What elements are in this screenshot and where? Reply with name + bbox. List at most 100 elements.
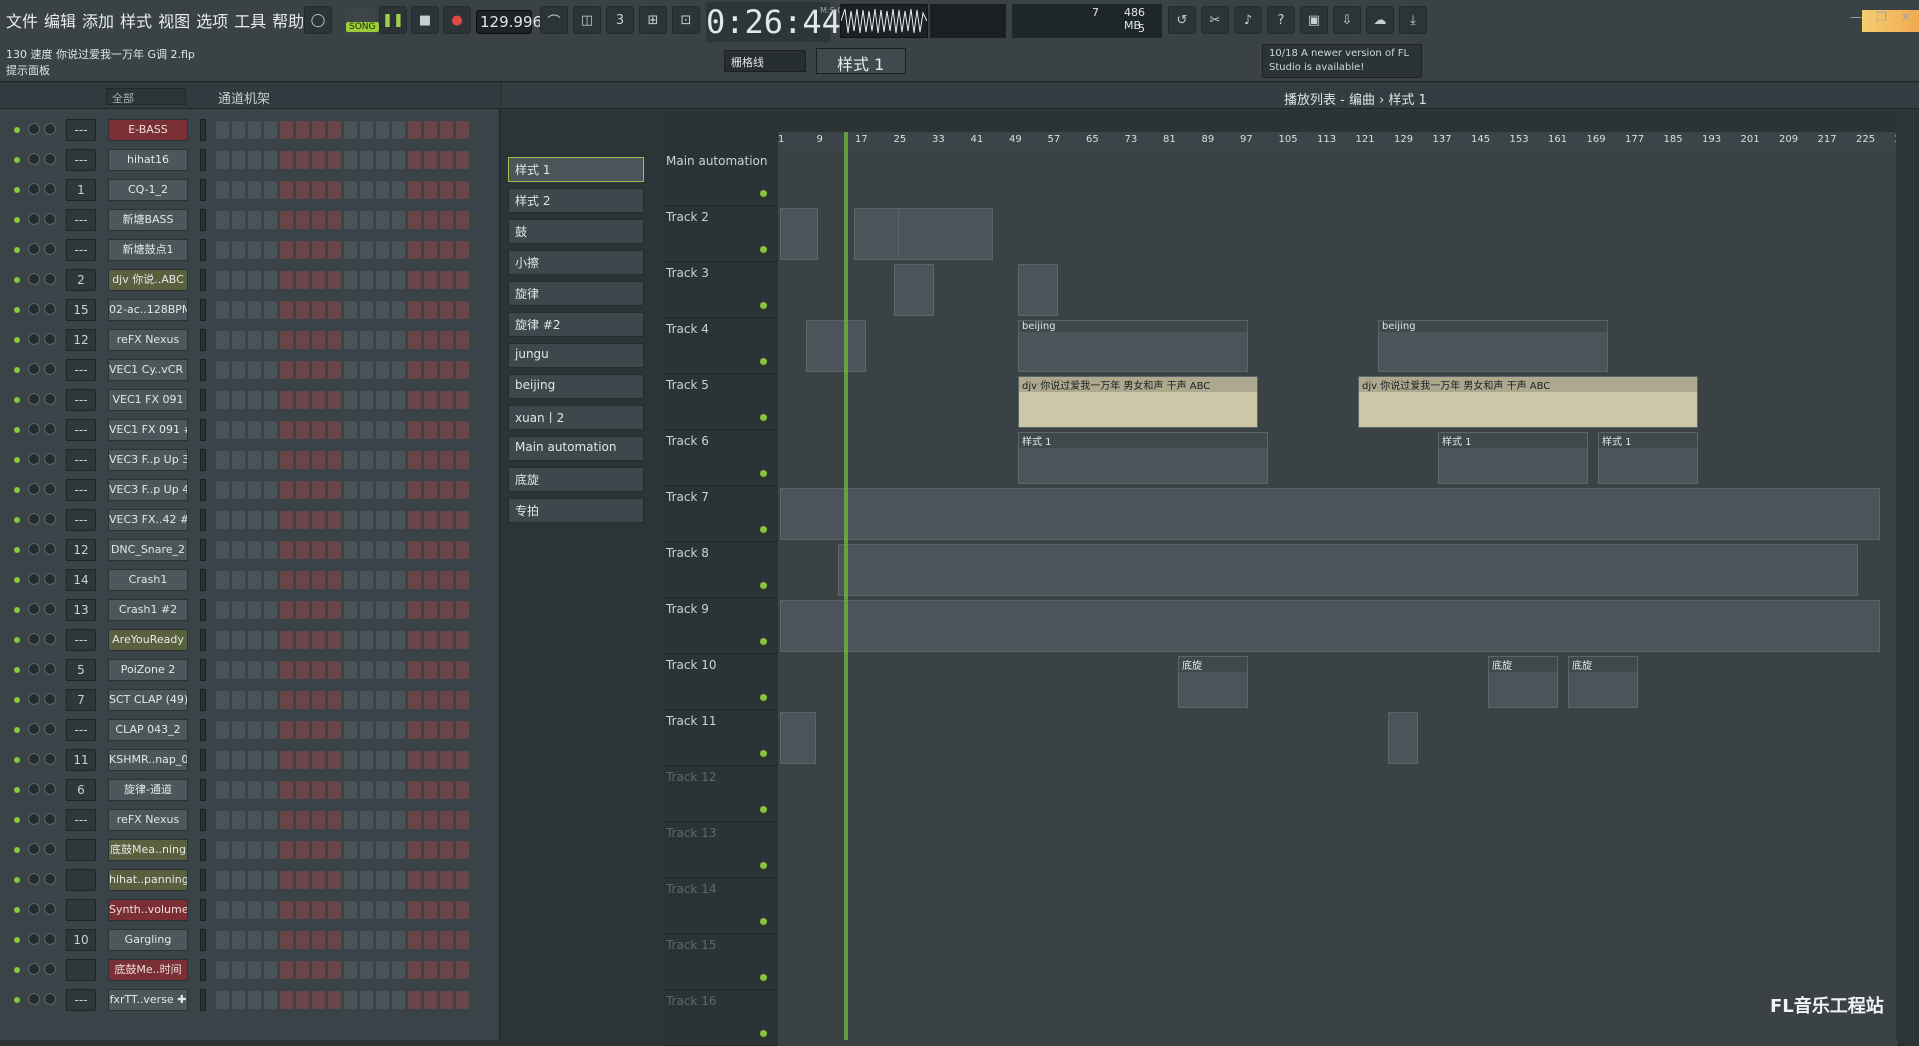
- channel-name-button[interactable]: reFX Nexus: [108, 809, 188, 831]
- menu-item[interactable]: 编辑: [44, 8, 76, 32]
- channel-select-bar[interactable]: [200, 749, 206, 771]
- clip[interactable]: 样式 1: [1018, 432, 1268, 484]
- channel-name-button[interactable]: hihat..panning: [108, 869, 188, 891]
- song-time-display[interactable]: 0:26:44: [706, 2, 841, 42]
- step-sequencer[interactable]: [216, 211, 469, 229]
- channel-row[interactable]: --- hihat16: [0, 145, 490, 175]
- track-mute-led[interactable]: [760, 582, 767, 589]
- download-icon[interactable]: ⤓: [1399, 6, 1427, 34]
- mixer-track-number[interactable]: ---: [66, 809, 96, 831]
- volume-knob-icon[interactable]: [44, 783, 56, 795]
- step-sequencer[interactable]: [216, 781, 469, 799]
- step-sequencer[interactable]: [216, 301, 469, 319]
- channel-row[interactable]: --- VEC1 FX 091: [0, 385, 490, 415]
- snap-selector[interactable]: 栅格线: [724, 50, 806, 72]
- wait-icon[interactable]: ◫: [573, 6, 601, 34]
- pan-knob-icon[interactable]: [28, 183, 40, 195]
- clip[interactable]: [1018, 264, 1058, 316]
- play-icon[interactable]: ❚❚: [379, 6, 407, 34]
- clip[interactable]: [806, 320, 866, 372]
- channel-led[interactable]: [14, 547, 20, 553]
- channel-row[interactable]: --- reFX Nexus: [0, 805, 490, 835]
- pan-knob-icon[interactable]: [28, 513, 40, 525]
- step-sequencer[interactable]: [216, 481, 469, 499]
- channel-name-button[interactable]: VEC3 F..p Up 37: [108, 449, 188, 471]
- playlist-track[interactable]: Track 2: [664, 206, 1904, 262]
- volume-knob-icon[interactable]: [44, 303, 56, 315]
- volume-knob-icon[interactable]: [44, 513, 56, 525]
- playlist-track[interactable]: Track 10 底旋 底旋 底旋: [664, 654, 1904, 710]
- channel-row[interactable]: 6 旋律-通道: [0, 775, 490, 805]
- mixer-track-number[interactable]: ---: [66, 479, 96, 501]
- track-name[interactable]: Track 10: [666, 658, 776, 672]
- pan-knob-icon[interactable]: [28, 123, 40, 135]
- channel-select-bar[interactable]: [200, 179, 206, 201]
- channel-row[interactable]: 5 PoiZone 2: [0, 655, 490, 685]
- pan-knob-icon[interactable]: [28, 363, 40, 375]
- playlist-track[interactable]: Track 6 样式 1 样式 1 样式 1: [664, 430, 1904, 486]
- volume-knob-icon[interactable]: [44, 333, 56, 345]
- mixer-track-number[interactable]: ---: [66, 239, 96, 261]
- pan-knob-icon[interactable]: [28, 303, 40, 315]
- channel-select-bar[interactable]: [200, 569, 206, 591]
- channel-select-bar[interactable]: [200, 809, 206, 831]
- track-name[interactable]: Track 13: [666, 826, 776, 840]
- channel-row[interactable]: --- VEC3 FX..42 #2: [0, 505, 490, 535]
- mixer-track-number[interactable]: ---: [66, 989, 96, 1011]
- channel-led[interactable]: [14, 757, 20, 763]
- channel-name-button[interactable]: 新塘BASS: [108, 209, 188, 231]
- clip[interactable]: [780, 600, 1880, 652]
- step-sequencer[interactable]: [216, 691, 469, 709]
- track-lane[interactable]: [778, 822, 1898, 878]
- channel-select-bar[interactable]: [200, 329, 206, 351]
- track-mute-led[interactable]: [760, 862, 767, 869]
- track-lane[interactable]: [778, 766, 1898, 822]
- playlist-track[interactable]: Track 11: [664, 710, 1904, 766]
- track-name[interactable]: Main automation: [666, 154, 776, 168]
- volume-knob-icon[interactable]: [44, 243, 56, 255]
- playlist-track[interactable]: Track 12: [664, 766, 1904, 822]
- track-name[interactable]: Track 11: [666, 714, 776, 728]
- step-sequencer[interactable]: [216, 121, 469, 139]
- volume-knob-icon[interactable]: [44, 153, 56, 165]
- mixer-track-number[interactable]: ---: [66, 419, 96, 441]
- channel-name-button[interactable]: fxrTT..verse ✚: [108, 989, 188, 1011]
- step-sequencer[interactable]: [216, 361, 469, 379]
- pattern-selector[interactable]: 样式 1: [816, 48, 906, 74]
- menu-item[interactable]: 工具: [234, 8, 266, 32]
- channel-led[interactable]: [14, 667, 20, 673]
- picker-item[interactable]: beijing: [508, 374, 644, 399]
- track-lane[interactable]: [778, 934, 1898, 990]
- channel-name-button[interactable]: Crash1: [108, 569, 188, 591]
- mixer-track-number[interactable]: 12: [66, 329, 96, 351]
- track-lane[interactable]: 样式 1 样式 1 样式 1: [778, 430, 1898, 486]
- playlist-track[interactable]: Track 16: [664, 990, 1904, 1046]
- mixer-track-number[interactable]: [66, 959, 96, 981]
- channel-select-bar[interactable]: [200, 719, 206, 741]
- volume-knob-icon[interactable]: [44, 753, 56, 765]
- step-sequencer[interactable]: [216, 541, 469, 559]
- clip[interactable]: 样式 1: [1438, 432, 1588, 484]
- channel-row[interactable]: --- E-BASS: [0, 115, 490, 145]
- step-sequencer[interactable]: [216, 331, 469, 349]
- channel-led[interactable]: [14, 937, 20, 943]
- channel-led[interactable]: [14, 967, 20, 973]
- pan-knob-icon[interactable]: [28, 663, 40, 675]
- step-sequencer[interactable]: [216, 811, 469, 829]
- track-name[interactable]: Track 15: [666, 938, 776, 952]
- menu-item[interactable]: 文件: [6, 8, 38, 32]
- mixer-track-number[interactable]: 15: [66, 299, 96, 321]
- channel-led[interactable]: [14, 307, 20, 313]
- playlist-track[interactable]: Track 3: [664, 262, 1904, 318]
- playlist-track[interactable]: Track 13: [664, 822, 1904, 878]
- mixer-track-number[interactable]: ---: [66, 389, 96, 411]
- channel-led[interactable]: [14, 847, 20, 853]
- channel-select-bar[interactable]: [200, 659, 206, 681]
- volume-knob-icon[interactable]: [44, 483, 56, 495]
- mixer-track-number[interactable]: 2: [66, 269, 96, 291]
- step-sequencer[interactable]: [216, 961, 469, 979]
- channel-select-bar[interactable]: [200, 239, 206, 261]
- track-name[interactable]: Track 5: [666, 378, 776, 392]
- channel-select-bar[interactable]: [200, 839, 206, 861]
- clip[interactable]: 底旋: [1568, 656, 1638, 708]
